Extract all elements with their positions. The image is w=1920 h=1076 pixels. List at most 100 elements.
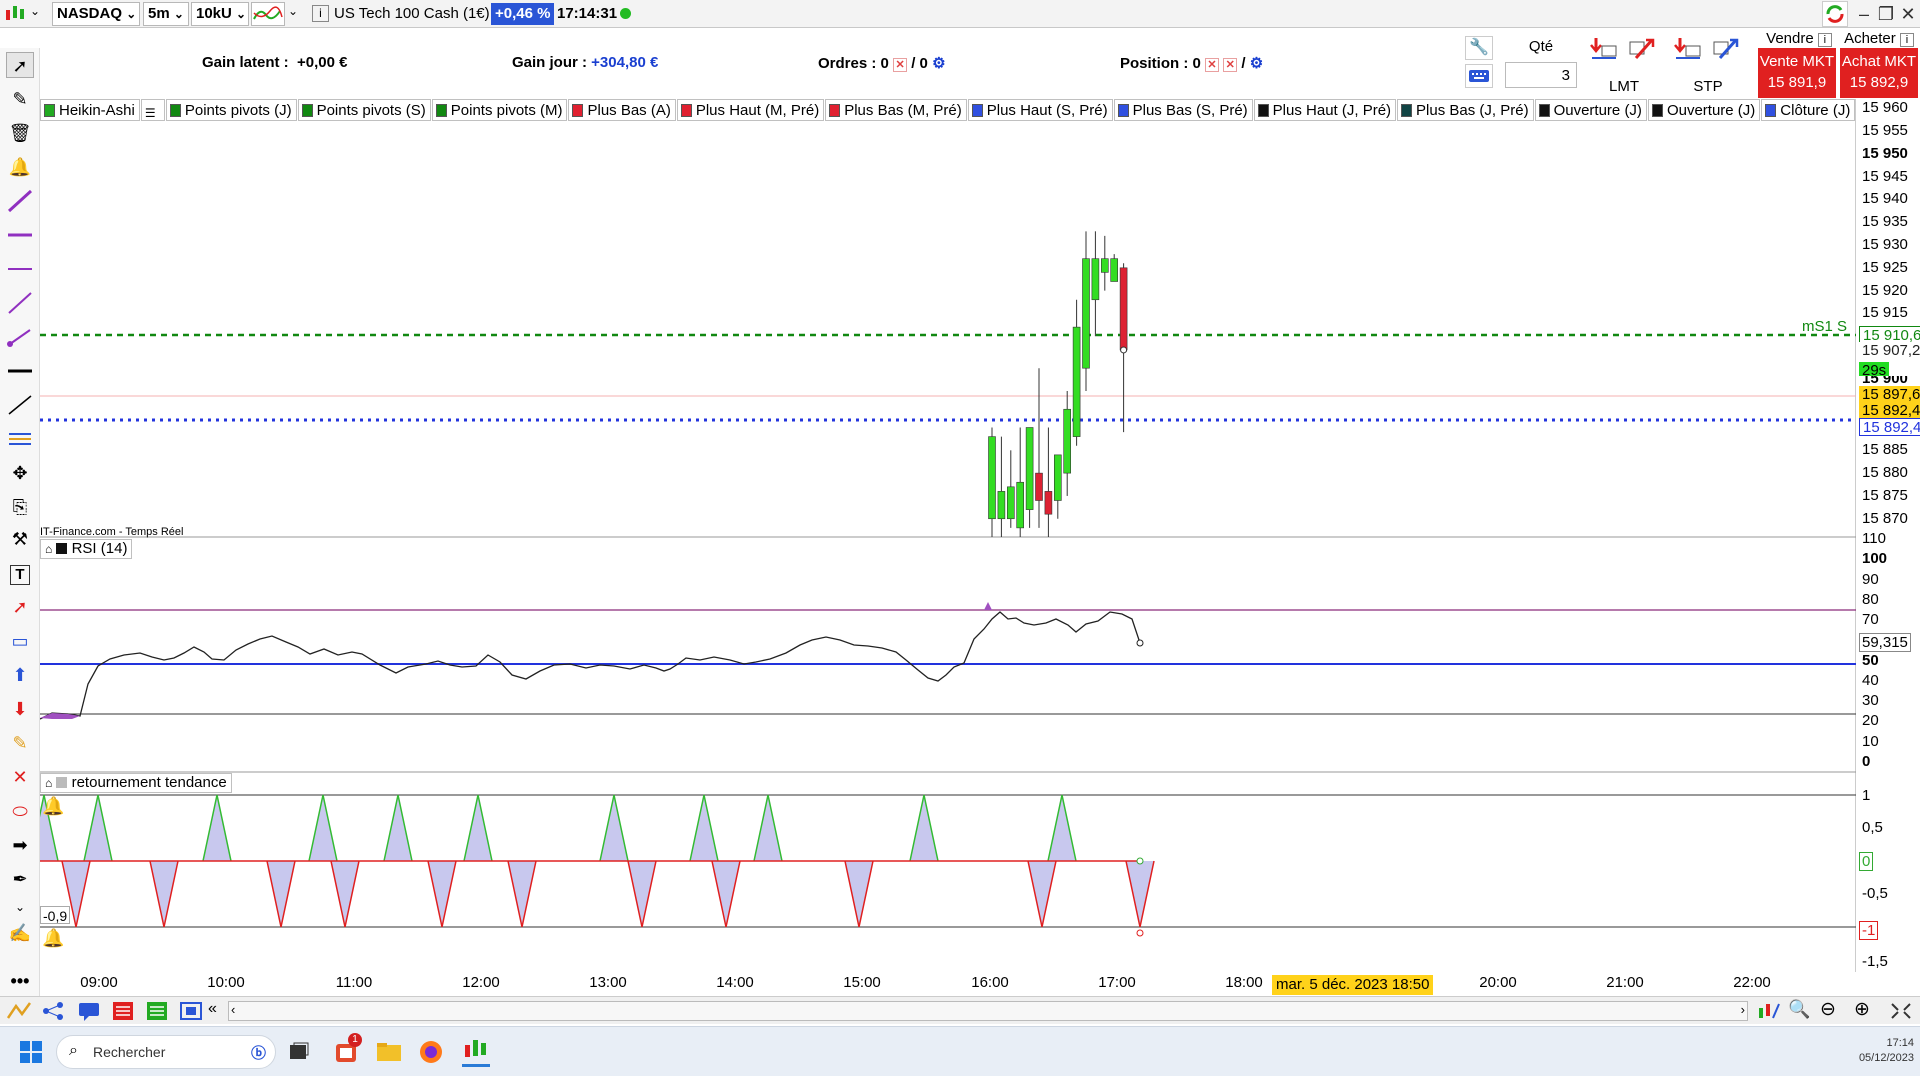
trash-icon[interactable]: 🗑 bbox=[6, 120, 34, 146]
rsi-title[interactable]: ⌂ RSI (14) bbox=[40, 539, 133, 559]
candle-body[interactable] bbox=[1025, 427, 1034, 510]
share-icon[interactable] bbox=[40, 1000, 66, 1022]
alert-bell-icon[interactable]: 🔔 bbox=[42, 928, 64, 949]
restore-icon[interactable]: ❐ bbox=[1874, 2, 1898, 26]
move-arrows-icon[interactable]: ✥ bbox=[6, 460, 34, 486]
chevron-down-icon[interactable]: ⌄ bbox=[30, 4, 40, 18]
task-view-icon[interactable] bbox=[288, 1041, 310, 1063]
more-icon[interactable]: ••• bbox=[6, 968, 34, 994]
fibonacci-icon[interactable] bbox=[6, 426, 34, 452]
ruler-icon[interactable]: ✎ bbox=[6, 730, 34, 756]
collapse-left-icon[interactable]: « bbox=[208, 1000, 217, 1018]
info-icon[interactable]: i bbox=[1899, 33, 1914, 47]
gear-icon[interactable]: ⚙ bbox=[932, 55, 945, 72]
horizontal-line-icon[interactable] bbox=[6, 222, 34, 248]
zoom-in-icon[interactable]: ⊕ bbox=[1854, 998, 1870, 1021]
system-clock[interactable]: 17:14 05/12/2023 bbox=[1838, 1037, 1914, 1064]
ray-line-icon[interactable] bbox=[6, 392, 34, 418]
units-select[interactable]: 10kU ⌄ bbox=[191, 2, 249, 26]
close-icon[interactable]: ✕ bbox=[1896, 2, 1920, 26]
chevron-down-icon[interactable]: ⌄ bbox=[6, 894, 34, 920]
stop-sell-icon[interactable] bbox=[1672, 36, 1704, 64]
up-arrow-icon[interactable]: ⬆ bbox=[6, 662, 34, 688]
candle-body[interactable] bbox=[1082, 258, 1090, 369]
windows-start-icon[interactable] bbox=[20, 1041, 42, 1063]
candle-body[interactable] bbox=[1053, 454, 1062, 501]
trendline-icon[interactable] bbox=[6, 188, 34, 214]
gear-icon[interactable]: ⚙ bbox=[1250, 55, 1263, 72]
market-select[interactable]: NASDAQ ⌄ bbox=[52, 2, 140, 26]
chat-icon[interactable] bbox=[76, 1000, 102, 1022]
chart-style-icon[interactable] bbox=[6, 1000, 32, 1022]
wrench-icon[interactable]: 🔧 bbox=[1465, 36, 1493, 60]
candle-body[interactable] bbox=[997, 491, 1006, 520]
measure-icon[interactable]: ✍ bbox=[6, 920, 34, 946]
zoom-out-icon[interactable]: ⊖ bbox=[1820, 998, 1836, 1021]
candle-body[interactable] bbox=[1044, 491, 1053, 515]
refresh-icon[interactable] bbox=[1822, 1, 1848, 27]
cross-ruler-icon[interactable]: ✕ bbox=[6, 764, 34, 790]
sell-market-button[interactable]: Vente MKT 15 891,9 bbox=[1758, 48, 1836, 98]
cursor-icon[interactable]: ➚ bbox=[6, 52, 34, 78]
candle-body[interactable] bbox=[1101, 258, 1109, 273]
cancel-position-icon[interactable]: ✕ bbox=[1205, 58, 1220, 72]
limit-sell-icon[interactable] bbox=[1588, 36, 1620, 64]
black-line-icon[interactable] bbox=[6, 358, 34, 384]
right-arrow-icon[interactable]: ➡ bbox=[6, 832, 34, 858]
down-arrow-icon[interactable]: ⬇ bbox=[6, 696, 34, 722]
chart-app-icon[interactable] bbox=[4, 4, 26, 24]
positions-list-icon[interactable] bbox=[144, 1000, 170, 1022]
info-icon[interactable]: i bbox=[1817, 33, 1832, 47]
stop-buy-icon[interactable] bbox=[1710, 36, 1742, 64]
candle-body[interactable] bbox=[1119, 267, 1128, 351]
pencil-icon[interactable]: ✎ bbox=[6, 86, 34, 112]
panel-settings-icon[interactable]: ⌂ bbox=[45, 542, 52, 556]
fullscreen-icon[interactable] bbox=[1888, 1000, 1914, 1022]
candle-body[interactable] bbox=[1006, 486, 1015, 520]
indicator-wave-icon[interactable] bbox=[251, 2, 285, 26]
quantity-input[interactable] bbox=[1505, 62, 1577, 88]
segment-icon[interactable] bbox=[6, 324, 34, 350]
alert-bell-icon[interactable]: 🔔 bbox=[42, 796, 64, 817]
timeframe-select[interactable]: 5m ⌄ bbox=[143, 2, 189, 26]
rectangle-icon[interactable]: ▭ bbox=[6, 628, 34, 654]
file-explorer-icon[interactable] bbox=[376, 1041, 402, 1063]
alert-bell-icon[interactable]: 🔔 bbox=[6, 154, 34, 180]
trading-app-taskbar-icon[interactable] bbox=[462, 1037, 490, 1067]
taskbar-search[interactable]: ⌕ Rechercher ⓑ bbox=[56, 1035, 276, 1069]
candle-body[interactable] bbox=[1091, 258, 1100, 301]
buy-market-button[interactable]: Achat MKT 15 892,9 bbox=[1840, 48, 1918, 98]
red-arrow-icon[interactable]: ➚ bbox=[6, 594, 34, 620]
panel-settings-icon[interactable]: ⌂ bbox=[45, 776, 52, 790]
cancel-orders-icon[interactable]: ✕ bbox=[893, 58, 908, 72]
pen-icon[interactable]: ✒ bbox=[6, 866, 34, 892]
ellipse-icon[interactable]: ⬭ bbox=[6, 798, 34, 824]
candle-body[interactable] bbox=[1063, 408, 1072, 474]
copy-icon[interactable]: ⎘ bbox=[6, 494, 34, 520]
tools-icon[interactable]: ⚒ bbox=[6, 526, 34, 552]
candle-body[interactable] bbox=[1035, 472, 1043, 501]
keyboard-icon[interactable] bbox=[1465, 64, 1493, 88]
auto-scale-icon[interactable] bbox=[1756, 1000, 1782, 1022]
info-icon[interactable]: i bbox=[312, 5, 329, 22]
chevron-down-icon[interactable]: ⌄ bbox=[288, 4, 298, 18]
minimize-icon[interactable]: – bbox=[1852, 2, 1876, 26]
candle-body[interactable] bbox=[988, 436, 996, 520]
diagonal-line-icon[interactable] bbox=[6, 290, 34, 316]
zoom-fit-icon[interactable]: 🔍 bbox=[1788, 999, 1810, 1020]
trend-title[interactable]: ⌂ retournement tendance bbox=[40, 773, 232, 793]
scroll-right-icon[interactable]: › bbox=[1741, 1002, 1745, 1017]
candle-body[interactable] bbox=[1072, 326, 1081, 437]
price-chart[interactable] bbox=[40, 99, 1856, 972]
horizontal-scrollbar[interactable]: ‹ › bbox=[228, 1001, 1748, 1021]
limit-buy-icon[interactable] bbox=[1626, 36, 1658, 64]
horizontal-ray-icon[interactable] bbox=[6, 256, 34, 282]
scroll-left-icon[interactable]: ‹ bbox=[231, 1002, 235, 1017]
firefox-icon[interactable] bbox=[418, 1039, 444, 1065]
close-position-icon[interactable]: ✕ bbox=[1223, 58, 1238, 72]
orders-list-icon[interactable] bbox=[110, 1000, 136, 1022]
windows-icon[interactable] bbox=[178, 1000, 204, 1022]
candle-body[interactable] bbox=[1016, 481, 1025, 529]
candle-body[interactable] bbox=[1110, 258, 1118, 282]
text-tool-icon[interactable]: T bbox=[6, 560, 34, 586]
